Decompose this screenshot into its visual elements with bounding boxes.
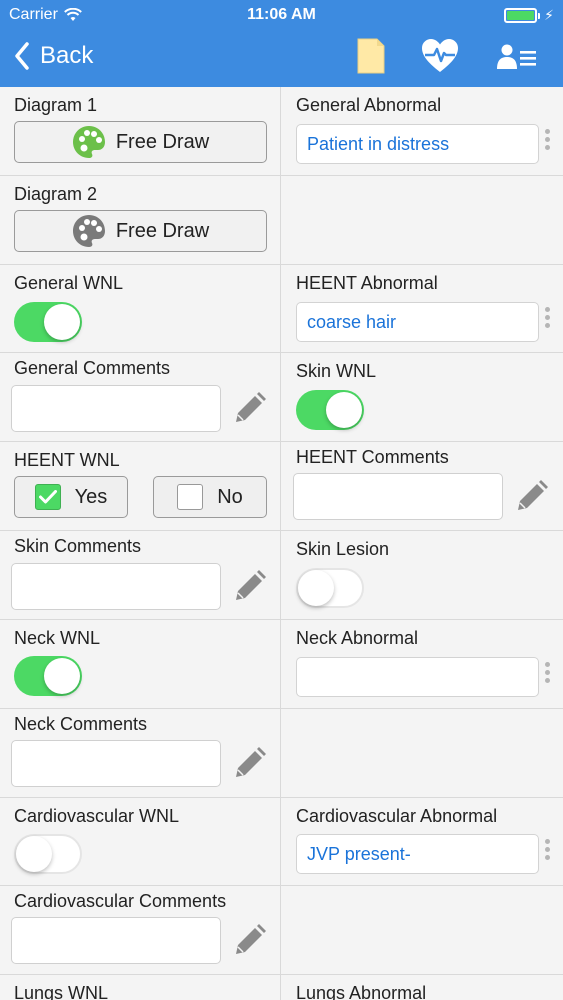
neck-wnl-toggle[interactable] — [14, 656, 82, 696]
pencil-icon[interactable] — [515, 479, 549, 518]
form-row: Skin Comments Skin Lesion — [0, 531, 563, 620]
skin-lesion-cell: Skin Lesion — [282, 531, 563, 619]
form-row: General Comments Skin WNL — [0, 353, 563, 442]
diagram-1-cell: Diagram 1 Free Draw — [0, 87, 281, 175]
skin-lesion-toggle[interactable] — [296, 568, 364, 608]
nav-bar: Back — [0, 30, 563, 87]
diagram-2-free-draw-button[interactable]: Free Draw — [14, 210, 267, 252]
empty-cell — [282, 176, 563, 264]
form-row: Diagram 1 Free Draw General Abnormal Pat… — [0, 87, 563, 176]
pencil-icon[interactable] — [233, 391, 267, 430]
skin-comments-label: Skin Comments — [14, 536, 142, 556]
cardiovascular-comments-cell: Cardiovascular Comments — [0, 886, 281, 974]
heent-wnl-no-button[interactable]: No — [153, 476, 267, 518]
lungs-abnormal-cell: Lungs Abnormal — [282, 975, 563, 1000]
diagram-1-label: Diagram 1 — [14, 95, 98, 115]
heart-pulse-icon[interactable] — [421, 38, 459, 79]
free-draw-label: Free Draw — [115, 130, 210, 153]
back-label: Back — [40, 42, 94, 69]
form-row: HEENT WNL Yes No HEENT Comments — [0, 442, 563, 531]
heent-comments-cell: HEENT Comments — [282, 442, 563, 530]
general-abnormal-cell: General Abnormal Patient in distress — [282, 87, 563, 175]
drag-handle-icon[interactable] — [545, 129, 551, 153]
status-time: 11:06 AM — [247, 6, 316, 23]
heent-wnl-label: HEENT WNL — [14, 450, 120, 470]
heent-abnormal-label: HEENT Abnormal — [296, 273, 438, 293]
form-row: General WNL HEENT Abnormal coarse hair — [0, 265, 563, 353]
neck-comments-label: Neck Comments — [14, 714, 148, 734]
general-comments-field[interactable] — [11, 385, 221, 432]
exam-form: Diagram 1 Free Draw General Abnormal Pat… — [0, 87, 563, 1000]
neck-wnl-cell: Neck WNL — [0, 620, 281, 708]
general-wnl-toggle[interactable] — [14, 302, 82, 342]
heent-comments-label: HEENT Comments — [296, 447, 449, 467]
form-row: Diagram 2 Free Draw — [0, 176, 563, 265]
form-row: Neck WNL Neck Abnormal — [0, 620, 563, 709]
neck-abnormal-cell: Neck Abnormal — [282, 620, 563, 708]
drag-handle-icon[interactable] — [545, 662, 551, 686]
pencil-icon[interactable] — [233, 923, 267, 962]
cardiovascular-wnl-label: Cardiovascular WNL — [14, 806, 180, 826]
palette-icon — [72, 126, 105, 158]
chevron-left-icon — [15, 42, 29, 70]
battery-icon: ⚡ — [504, 7, 554, 24]
general-wnl-label: General WNL — [14, 273, 124, 293]
general-wnl-cell: General WNL — [0, 265, 281, 352]
empty-cell — [282, 709, 563, 797]
drag-handle-icon[interactable] — [545, 839, 551, 863]
app-header: Carrier 11:06 AM ⚡ Back — [0, 0, 563, 87]
skin-comments-field[interactable] — [11, 563, 221, 610]
general-comments-cell: General Comments — [0, 353, 281, 441]
general-comments-label: General Comments — [14, 358, 171, 378]
neck-wnl-label: Neck WNL — [14, 628, 101, 648]
skin-lesion-label: Skin Lesion — [296, 539, 390, 559]
cardiovascular-abnormal-field[interactable]: JVP present- — [296, 834, 539, 874]
pencil-icon[interactable] — [233, 569, 267, 608]
cardiovascular-wnl-toggle[interactable] — [14, 834, 82, 874]
neck-abnormal-field[interactable] — [296, 657, 539, 697]
skin-wnl-cell: Skin WNL — [282, 353, 563, 441]
neck-comments-field[interactable] — [11, 740, 221, 787]
palette-icon — [72, 215, 105, 247]
form-row: Cardiovascular Comments — [0, 886, 563, 975]
skin-comments-cell: Skin Comments — [0, 531, 281, 619]
skin-wnl-label: Skin WNL — [296, 361, 377, 381]
checkbox-empty-icon — [177, 484, 204, 510]
back-button[interactable]: Back — [14, 42, 93, 70]
cardiovascular-comments-field[interactable] — [11, 917, 221, 964]
pencil-icon[interactable] — [233, 746, 267, 785]
heent-abnormal-field[interactable]: coarse hair — [296, 302, 539, 342]
lungs-wnl-cell: Lungs WNL — [0, 975, 281, 1000]
status-bar: Carrier 11:06 AM ⚡ — [0, 0, 563, 30]
cardiovascular-wnl-cell: Cardiovascular WNL — [0, 798, 281, 885]
document-icon[interactable] — [357, 38, 385, 79]
diagram-1-free-draw-button[interactable]: Free Draw — [14, 121, 267, 163]
drag-handle-icon[interactable] — [545, 307, 551, 331]
diagram-2-cell: Diagram 2 Free Draw — [0, 176, 281, 264]
heent-wnl-cell: HEENT WNL Yes No — [0, 442, 281, 530]
free-draw-label: Free Draw — [115, 219, 210, 242]
neck-abnormal-label: Neck Abnormal — [296, 628, 419, 648]
form-row: Cardiovascular WNL Cardiovascular Abnorm… — [0, 798, 563, 886]
lungs-abnormal-label: Lungs Abnormal — [296, 983, 427, 1000]
diagram-2-label: Diagram 2 — [14, 184, 98, 204]
empty-cell — [282, 886, 563, 974]
skin-wnl-toggle[interactable] — [296, 390, 364, 430]
no-label: No — [217, 485, 243, 508]
heent-comments-field[interactable] — [293, 473, 503, 520]
yes-label: Yes — [74, 485, 108, 508]
form-row: Neck Comments — [0, 709, 563, 798]
checkbox-checked-icon — [34, 484, 61, 510]
cardiovascular-comments-label: Cardiovascular Comments — [14, 891, 227, 911]
person-list-icon[interactable] — [497, 44, 537, 75]
neck-comments-cell: Neck Comments — [0, 709, 281, 797]
general-abnormal-field[interactable]: Patient in distress — [296, 124, 539, 164]
heent-wnl-yes-button[interactable]: Yes — [14, 476, 128, 518]
form-row: Lungs WNL Lungs Abnormal — [0, 975, 563, 1000]
cardiovascular-abnormal-label: Cardiovascular Abnormal — [296, 806, 498, 826]
cardiovascular-abnormal-cell: Cardiovascular Abnormal JVP present- — [282, 798, 563, 885]
lungs-wnl-label: Lungs WNL — [14, 983, 109, 1000]
heent-abnormal-cell: HEENT Abnormal coarse hair — [282, 265, 563, 352]
general-abnormal-label: General Abnormal — [296, 95, 442, 115]
